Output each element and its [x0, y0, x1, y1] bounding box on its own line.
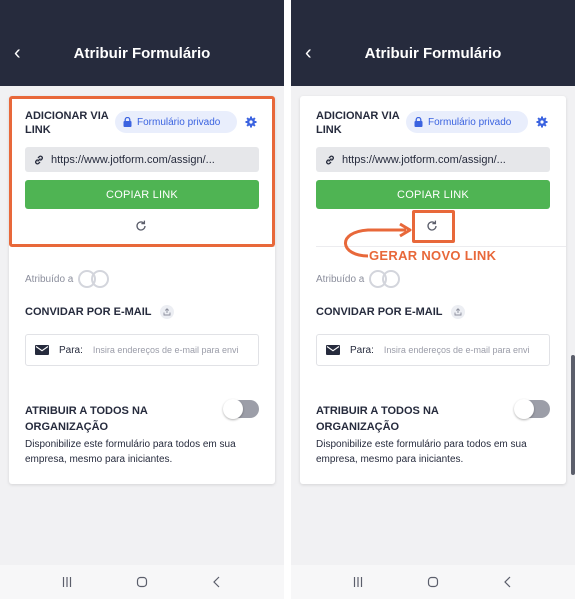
org-section-title: ATRIBUIR A TODOS NA ORGANIZAÇÃO — [316, 405, 439, 433]
android-nav-bar — [291, 565, 575, 599]
phone-screen-right: ‹ Atribuir Formulário ADICIONAR VIA LINK… — [291, 0, 575, 599]
lock-icon — [123, 117, 132, 127]
privacy-badge[interactable]: Formulário privado — [115, 111, 237, 133]
top-bar: ‹ Atribuir Formulário — [0, 0, 284, 86]
assign-link-field[interactable]: https://www.jotform.com/assign/... — [25, 147, 259, 172]
email-input[interactable] — [92, 345, 258, 355]
privacy-badge-label: Formulário privado — [137, 116, 221, 128]
divider — [316, 246, 566, 247]
assigned-to: Atribuído a — [25, 269, 112, 289]
scrollbar[interactable] — [571, 355, 575, 475]
page-title: Atribuir Formulário — [364, 45, 502, 62]
home-icon[interactable] — [427, 576, 439, 588]
invite-title-text: CONVIDAR POR E-MAIL — [25, 306, 152, 318]
toggle-knob — [223, 399, 243, 419]
invite-section-title: CONVIDAR POR E-MAIL — [316, 305, 465, 319]
assigned-to: Atribuído a — [316, 269, 403, 289]
org-section-title: ATRIBUIR A TODOS NA ORGANIZAÇÃO — [25, 405, 148, 433]
assigned-to-label: Atribuído a — [316, 273, 365, 285]
gear-icon[interactable] — [536, 116, 548, 128]
email-field[interactable]: Para: — [25, 334, 259, 366]
invite-section-title: CONVIDAR POR E-MAIL — [25, 305, 174, 319]
link-icon — [326, 155, 334, 164]
android-nav-bar — [0, 565, 284, 599]
org-description: Disponibilize este formulário para todos… — [25, 439, 236, 465]
email-input[interactable] — [383, 345, 549, 355]
home-icon[interactable] — [136, 576, 148, 588]
annotation-label: GERAR NOVO LINK — [369, 248, 497, 263]
refresh-icon[interactable] — [134, 219, 148, 233]
email-to-label: Para: — [350, 344, 374, 356]
assign-card: ADICIONAR VIA LINK Formulário privado ht… — [9, 96, 275, 484]
recent-apps-icon[interactable] — [61, 576, 73, 588]
avatar-group-icon — [369, 270, 401, 288]
envelope-icon — [326, 345, 340, 355]
assign-link-url: https://www.jotform.com/assign/... — [342, 153, 506, 166]
email-to-label: Para: — [59, 344, 83, 356]
invite-title-text: CONVIDAR POR E-MAIL — [316, 306, 443, 318]
assign-link-field[interactable]: https://www.jotform.com/assign/... — [316, 147, 550, 172]
phone-screen-left: ‹ Atribuir Formulário ADICIONAR VIA LINK… — [0, 0, 284, 599]
back-icon[interactable] — [211, 576, 223, 588]
top-bar: ‹ Atribuir Formulário — [291, 0, 575, 86]
email-field[interactable]: Para: — [316, 334, 550, 366]
back-icon[interactable] — [502, 576, 514, 588]
gear-icon[interactable] — [245, 116, 257, 128]
privacy-badge-label: Formulário privado — [428, 116, 512, 128]
privacy-badge[interactable]: Formulário privado — [406, 111, 528, 133]
assign-card: ADICIONAR VIA LINK Formulário privado ht… — [300, 96, 566, 484]
toggle-knob — [514, 399, 534, 419]
divider — [25, 246, 275, 247]
link-icon — [35, 155, 43, 164]
copy-link-button[interactable]: COPIAR LINK — [316, 180, 550, 209]
screenshot-comparison: ‹ Atribuir Formulário ADICIONAR VIA LINK… — [0, 0, 575, 599]
assign-all-toggle[interactable] — [514, 399, 550, 419]
share-icon[interactable] — [159, 305, 174, 319]
link-section-title: ADICIONAR VIA LINK — [316, 110, 400, 136]
refresh-icon[interactable] — [425, 219, 439, 233]
envelope-icon — [35, 345, 49, 355]
page-title: Atribuir Formulário — [73, 45, 211, 62]
lock-icon — [414, 117, 423, 127]
share-icon[interactable] — [450, 305, 465, 319]
assign-link-url: https://www.jotform.com/assign/... — [51, 153, 215, 166]
recent-apps-icon[interactable] — [352, 576, 364, 588]
org-description: Disponibilize este formulário para todos… — [316, 439, 527, 465]
assign-all-toggle[interactable] — [223, 399, 259, 419]
avatar-group-icon — [78, 270, 110, 288]
assigned-to-label: Atribuído a — [25, 273, 74, 285]
copy-link-button[interactable]: COPIAR LINK — [25, 180, 259, 209]
link-section-title: ADICIONAR VIA LINK — [25, 110, 109, 136]
